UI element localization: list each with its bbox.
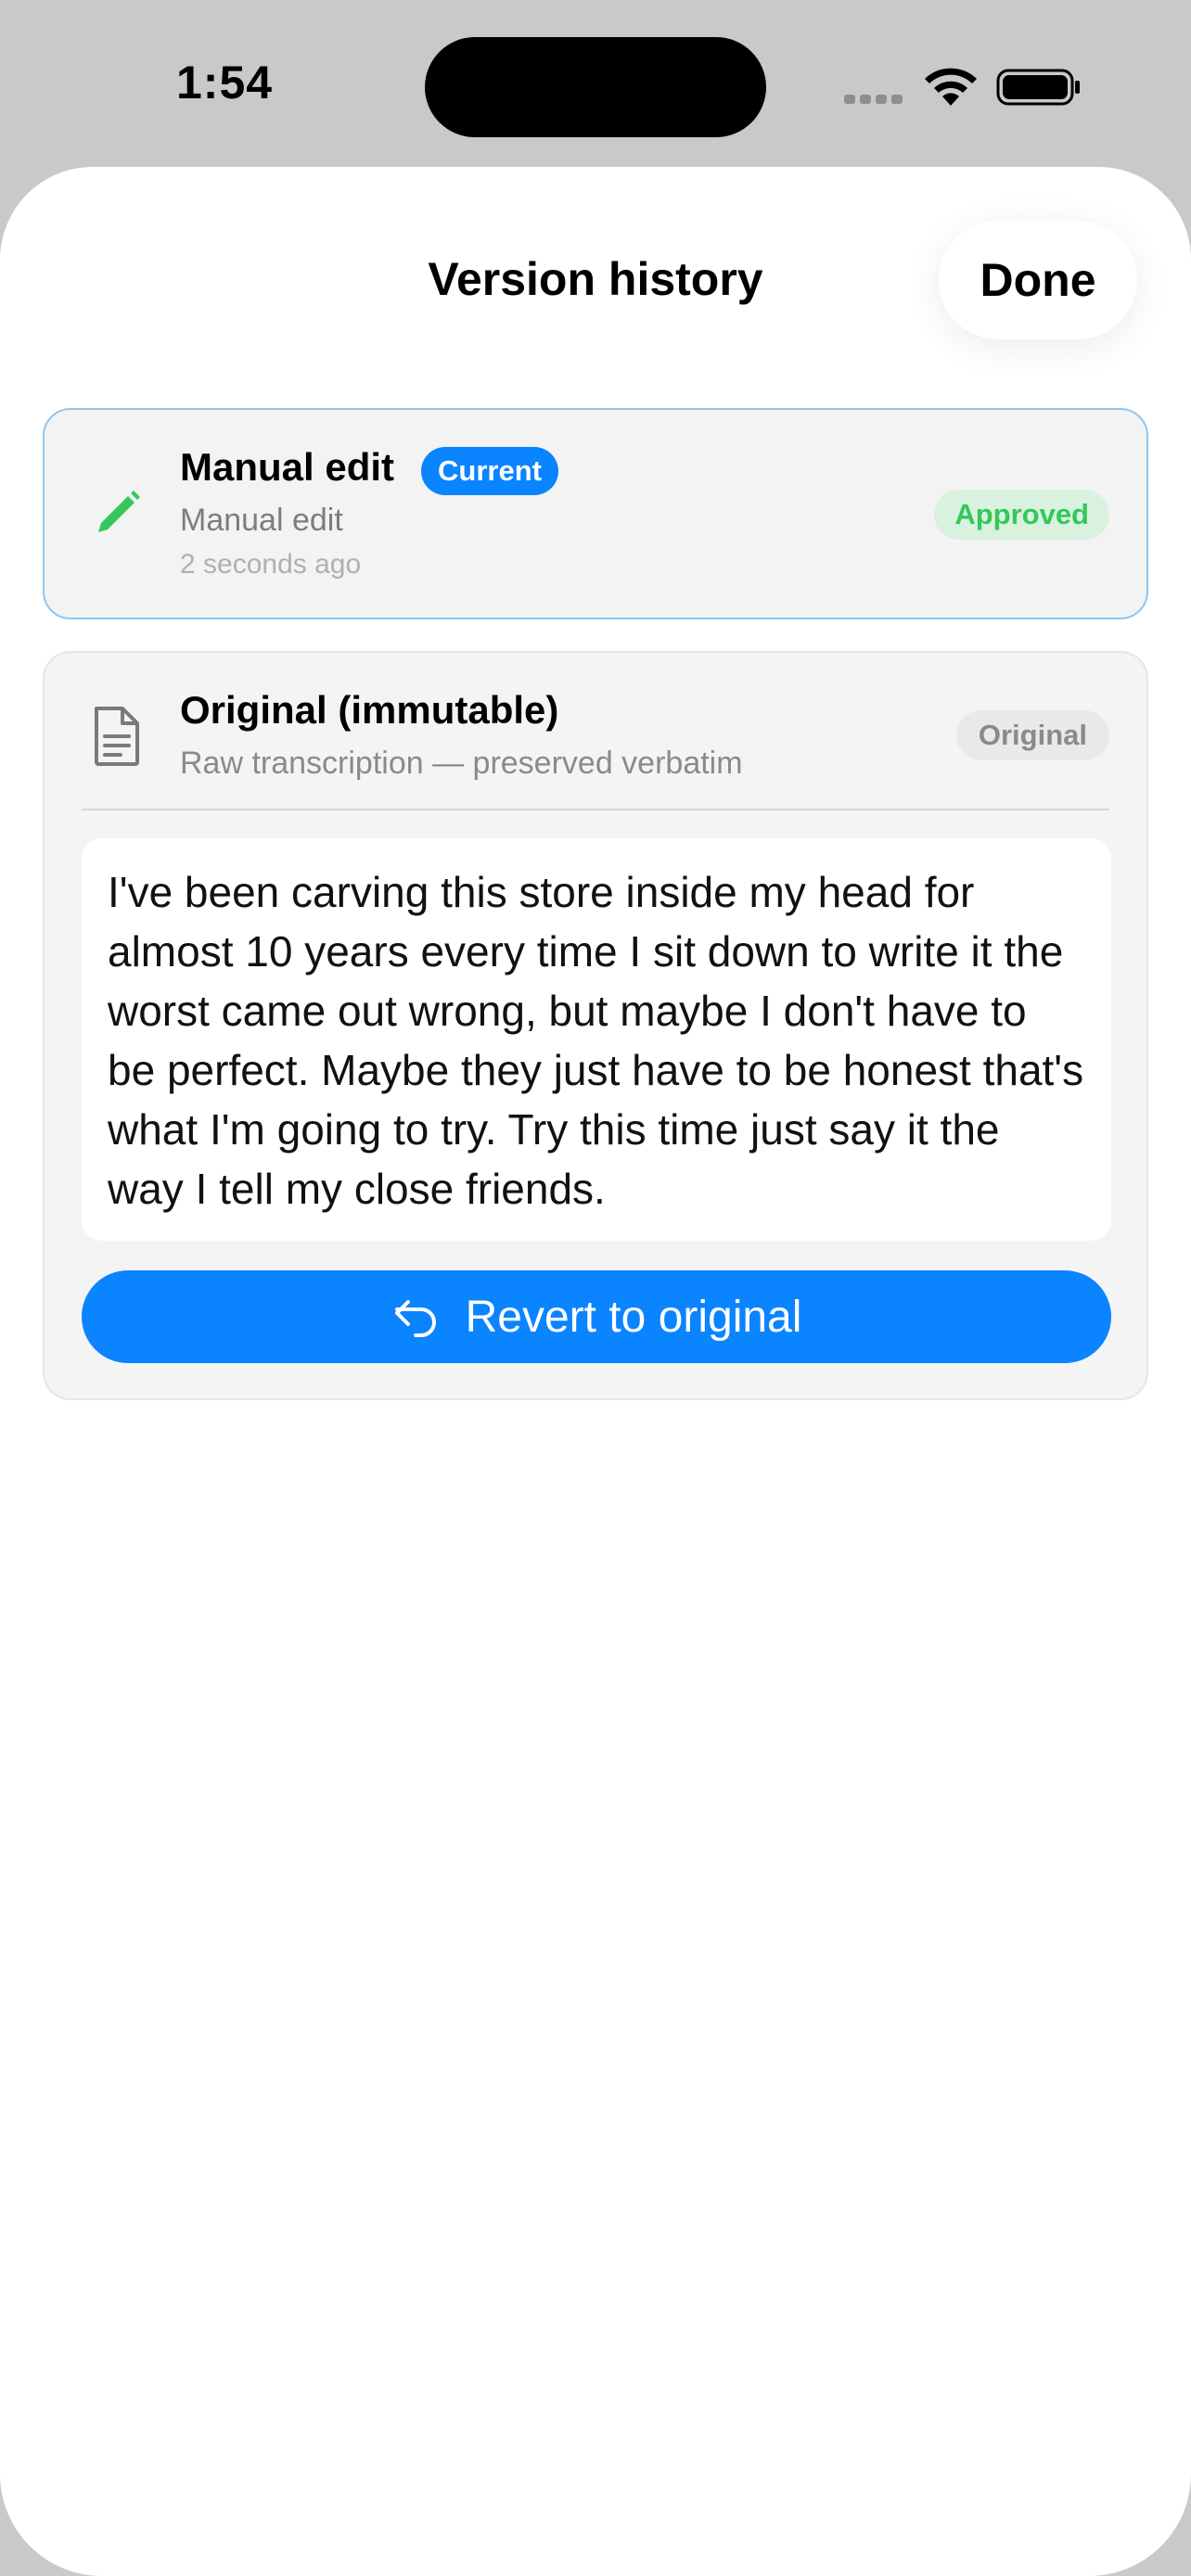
original-badge: Original: [955, 710, 1109, 760]
pencil-icon: [98, 491, 140, 532]
revert-button-label: Revert to original: [465, 1292, 802, 1342]
done-button[interactable]: Done: [939, 221, 1137, 339]
wifi-icon: [925, 68, 977, 106]
status-bar: 1:54: [0, 0, 1191, 167]
version-card-original: Original (immutable) Raw transcription —…: [43, 651, 1148, 1400]
original-transcription-text: I've been carving this store inside my h…: [82, 838, 1111, 1241]
version-title: Original (immutable): [180, 688, 559, 732]
divider: [82, 809, 1109, 810]
version-card-current[interactable]: Manual edit Current Manual edit 2 second…: [43, 408, 1148, 619]
battery-icon: [996, 69, 1080, 106]
version-timestamp: 2 seconds ago: [180, 549, 362, 580]
dynamic-island: [425, 37, 766, 137]
revert-to-original-button[interactable]: Revert to original: [82, 1270, 1111, 1363]
version-history-sheet: Version history Done Manual edit Current…: [0, 167, 1191, 2576]
version-subtitle: Manual edit: [180, 503, 343, 538]
status-time: 1:54: [176, 57, 274, 108]
version-title: Manual edit: [180, 445, 395, 489]
signal-icon: [844, 95, 903, 104]
version-subtitle: Raw transcription — preserved verbatim: [180, 746, 743, 781]
undo-arrow-icon: [394, 1300, 436, 1337]
document-icon: [95, 707, 139, 766]
current-badge: Current: [421, 447, 558, 495]
approved-badge: Approved: [934, 490, 1109, 540]
